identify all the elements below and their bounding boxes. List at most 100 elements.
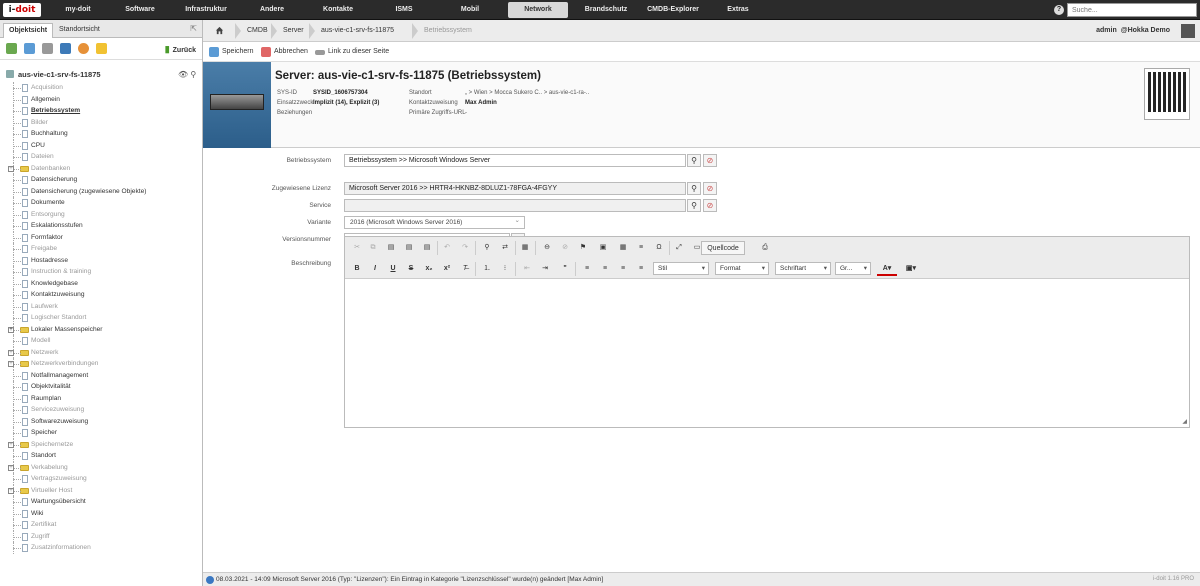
- style-dropdown[interactable]: Stil: [653, 262, 709, 275]
- monitor-icon[interactable]: [60, 43, 71, 54]
- cut-icon[interactable]: ✂: [351, 241, 363, 255]
- license-field[interactable]: Microsoft Server 2016 >> HRTR4-HKNBZ-8DL…: [344, 182, 686, 195]
- breadcrumb-cmdb[interactable]: CMDB: [233, 20, 268, 42]
- tree-item[interactable]: Speicher: [5, 427, 200, 439]
- find-icon[interactable]: ⚲: [481, 241, 493, 255]
- source-button[interactable]: Quellcode: [701, 241, 745, 255]
- image-icon[interactable]: ▣: [597, 241, 609, 255]
- unlink-icon[interactable]: ⊘: [559, 241, 571, 255]
- back-button[interactable]: ▮ Zurück: [165, 44, 196, 55]
- resize-handle-icon[interactable]: ◢: [1182, 418, 1187, 425]
- tree-item[interactable]: Kontaktzuweisung: [5, 289, 200, 301]
- nav-my-doit[interactable]: my-doit: [46, 0, 110, 20]
- tree-item[interactable]: Zusatzinformationen: [5, 542, 200, 554]
- variant-select[interactable]: 2016 (Microsoft Windows Server 2016): [344, 215, 525, 229]
- align-right-icon[interactable]: ≡: [617, 262, 629, 276]
- maximize-icon[interactable]: ⤢: [673, 241, 685, 255]
- expand-plus-icon[interactable]: +: [8, 349, 14, 356]
- table-icon[interactable]: ▦: [617, 241, 629, 255]
- size-dropdown[interactable]: Gr...: [835, 262, 871, 275]
- paste-text-icon[interactable]: ▤: [403, 241, 415, 255]
- tree-item[interactable]: Bilder: [5, 116, 200, 129]
- bold-icon[interactable]: B: [351, 262, 363, 276]
- description-editor[interactable]: ✂ ⧉ ▤ ▤ ▤ ↶ ↷ ⚲ ⇄ ▦ ⊖ ⊘ ⚑ ▣ ▦ ≡ Ω ⤢ ▭ Qu…: [344, 236, 1190, 428]
- print-icon[interactable]: ⎙: [759, 241, 771, 255]
- tree-item[interactable]: Buchhaltung: [5, 128, 200, 140]
- tree-item[interactable]: Standort: [5, 450, 200, 462]
- expand-plus-icon[interactable]: +: [8, 441, 14, 448]
- tree-item[interactable]: Datensicherung: [5, 174, 200, 186]
- replace-icon[interactable]: ⇄: [499, 241, 511, 255]
- superscript-icon[interactable]: x²: [441, 262, 453, 276]
- tree-item[interactable]: + Netzwerkverbindungen: [5, 358, 200, 370]
- indent-icon[interactable]: ⇥: [539, 262, 551, 276]
- list-icon[interactable]: [42, 43, 53, 54]
- nav-infrastruktur[interactable]: Infrastruktur: [174, 0, 238, 20]
- nav-kontakte[interactable]: Kontakte: [306, 0, 370, 20]
- text-color-icon[interactable]: A▾: [877, 262, 897, 276]
- nav-isms[interactable]: ISMS: [372, 0, 436, 20]
- tree-item[interactable]: Objektvitalität: [5, 381, 200, 393]
- tree-root[interactable]: aus-vie-c1-srv-fs-11875: [6, 70, 101, 79]
- horizontal-line-icon[interactable]: ≡: [635, 241, 647, 255]
- justify-icon[interactable]: ≡: [635, 262, 647, 276]
- underline-icon[interactable]: U: [387, 262, 399, 276]
- tree-item[interactable]: Zugriff: [5, 530, 200, 543]
- tree-view-icon[interactable]: [6, 43, 17, 54]
- license-search-icon[interactable]: ⚲: [687, 182, 701, 195]
- tree-item[interactable]: Entsorgung: [5, 208, 200, 221]
- nav-software[interactable]: Software: [108, 0, 172, 20]
- location-link[interactable]: „ > Wien > Mocca Sukero C.. > aus-vie-c1…: [465, 88, 589, 98]
- italic-icon[interactable]: I: [369, 262, 381, 276]
- tree-item[interactable]: CPU: [5, 139, 200, 152]
- tree-item[interactable]: Eskalationsstufen: [5, 220, 200, 232]
- redo-icon[interactable]: ↷: [459, 241, 471, 255]
- subscript-icon[interactable]: x₂: [423, 262, 435, 276]
- expand-all-icon[interactable]: [24, 43, 35, 54]
- numbered-list-icon[interactable]: ⒈: [481, 262, 493, 276]
- user-info[interactable]: admin @Hokka Demo: [1092, 20, 1170, 42]
- strike-icon[interactable]: S: [405, 262, 417, 276]
- idoit-logo[interactable]: i-doit: [3, 3, 41, 17]
- eye-icon[interactable]: 👁 ⚲: [178, 70, 196, 79]
- os-field[interactable]: Betriebssystem >> Microsoft Windows Serv…: [344, 154, 686, 167]
- service-field[interactable]: [344, 199, 686, 212]
- blockquote-icon[interactable]: ": [559, 262, 571, 276]
- tree-item[interactable]: + Speichernetze: [5, 438, 200, 451]
- tree-item[interactable]: Dokumente: [5, 197, 200, 209]
- align-left-icon[interactable]: ≡: [581, 262, 593, 276]
- qr-code[interactable]: [1144, 68, 1190, 120]
- os-search-icon[interactable]: ⚲: [687, 154, 701, 167]
- user-menu-icon[interactable]: [1181, 24, 1195, 38]
- tree-item[interactable]: Wiki: [5, 507, 200, 520]
- lock-icon[interactable]: [96, 43, 107, 54]
- tab-objektsicht[interactable]: Objektsicht: [3, 23, 54, 38]
- tree-item[interactable]: + Virtueller Host: [5, 484, 200, 497]
- tree-item[interactable]: + Netzwerk: [5, 346, 200, 359]
- tree-item[interactable]: Acquisition: [5, 82, 200, 94]
- anchor-icon[interactable]: ⚑: [577, 241, 589, 255]
- spellcheck-icon[interactable]: ▦: [519, 241, 531, 255]
- tree-item[interactable]: Allgemein: [5, 93, 200, 106]
- tree-item[interactable]: Raumplan: [5, 392, 200, 405]
- link-insert-icon[interactable]: ⊖: [541, 241, 553, 255]
- paste-word-icon[interactable]: ▤: [421, 241, 433, 255]
- nav-andere[interactable]: Andere: [240, 0, 304, 20]
- tree-item[interactable]: Vertragszuweisung: [5, 473, 200, 485]
- expand-plus-icon[interactable]: +: [8, 165, 14, 172]
- home-icon[interactable]: [215, 26, 224, 35]
- tree-item[interactable]: Zertifikat: [5, 519, 200, 531]
- tree-item[interactable]: + Datenbanken: [5, 162, 200, 175]
- relations-link[interactable]: Implizit (14), Explizit (3): [313, 100, 379, 106]
- undo-icon[interactable]: ↶: [441, 241, 453, 255]
- breadcrumb-object[interactable]: aus-vie-c1-srv-fs-11875: [307, 20, 394, 42]
- tree-item[interactable]: Instruction & training: [5, 266, 200, 278]
- expand-icon[interactable]: ⇱: [190, 24, 197, 33]
- tree-item[interactable]: Laufwerk: [5, 300, 200, 313]
- tree-item[interactable]: + Lokaler Massenspeicher: [5, 323, 200, 336]
- link-button[interactable]: Link zu dieser Seite: [315, 42, 389, 62]
- service-search-icon[interactable]: ⚲: [687, 199, 701, 212]
- tree-item[interactable]: Dateien: [5, 151, 200, 163]
- tree-item[interactable]: + Verkabelung: [5, 461, 200, 474]
- os-clear-icon[interactable]: ⊘: [703, 154, 717, 167]
